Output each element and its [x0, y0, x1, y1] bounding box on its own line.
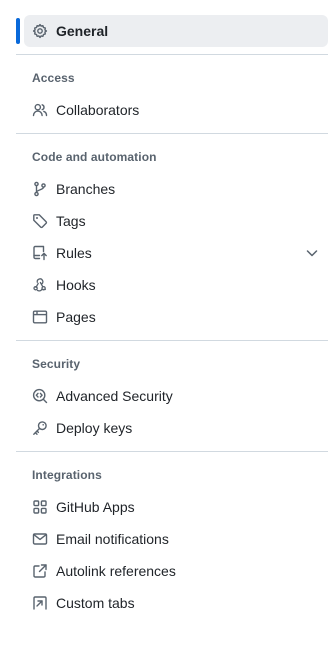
group-title-access: Access [32, 71, 75, 85]
webhook-icon [32, 277, 48, 293]
sidebar-item-autolink-references[interactable]: Autolink references [24, 555, 328, 587]
sidebar-item-label: Collaborators [56, 102, 140, 118]
sidebar-item-email-notifications[interactable]: Email notifications [24, 523, 328, 555]
link-external-icon [32, 563, 48, 579]
sidebar-item-custom-tabs[interactable]: Custom tabs [24, 587, 328, 619]
sidebar-item-branches[interactable]: Branches [24, 173, 328, 205]
sidebar-item-tags[interactable]: Tags [24, 205, 328, 237]
git-branch-icon [32, 181, 48, 197]
tag-icon [32, 213, 48, 229]
sidebar-item-github-apps[interactable]: GitHub Apps [24, 491, 328, 523]
codescan-icon [32, 388, 48, 404]
sidebar-item-deploy-keys[interactable]: Deploy keys [24, 412, 328, 444]
sidebar-item-label: Custom tabs [56, 595, 135, 611]
mail-icon [32, 531, 48, 547]
browser-icon [32, 309, 48, 325]
sidebar-item-advanced-security[interactable]: Advanced Security [24, 380, 328, 412]
chevron-down-icon[interactable] [304, 245, 320, 261]
settings-sidebar: General Access Collaborators Code and au… [16, 15, 328, 619]
divider [16, 451, 328, 452]
sidebar-item-label: Autolink references [56, 563, 176, 579]
sidebar-item-pages[interactable]: Pages [24, 301, 328, 333]
sidebar-item-rules[interactable]: Rules [24, 237, 328, 269]
sidebar-item-label: Email notifications [56, 531, 169, 547]
sidebar-item-label: General [56, 23, 109, 39]
group-title-integrations: Integrations [32, 468, 102, 482]
sidebar-item-label: Pages [56, 309, 96, 325]
sidebar-item-label: GitHub Apps [56, 499, 135, 515]
sidebar-item-label: Advanced Security [56, 388, 173, 404]
divider [16, 133, 328, 134]
repo-push-icon [32, 245, 48, 261]
group-title-code-and-automation: Code and automation [32, 150, 157, 164]
divider [16, 54, 328, 55]
apps-icon [32, 499, 48, 515]
sidebar-item-general[interactable]: General [16, 15, 328, 47]
sidebar-item-label: Tags [56, 213, 86, 229]
sidebar-item-label: Deploy keys [56, 420, 133, 436]
arrow-up-right-box-icon [32, 595, 48, 611]
key-icon [32, 420, 48, 436]
divider [16, 340, 328, 341]
sidebar-item-label: Branches [56, 181, 116, 197]
sidebar-item-label: Hooks [56, 277, 96, 293]
active-indicator [16, 18, 20, 44]
gear-icon [32, 23, 48, 39]
sidebar-item-label: Rules [56, 245, 92, 261]
group-title-security: Security [32, 357, 81, 371]
people-icon [32, 102, 48, 118]
sidebar-item-collaborators[interactable]: Collaborators [24, 94, 328, 126]
sidebar-item-hooks[interactable]: Hooks [24, 269, 328, 301]
